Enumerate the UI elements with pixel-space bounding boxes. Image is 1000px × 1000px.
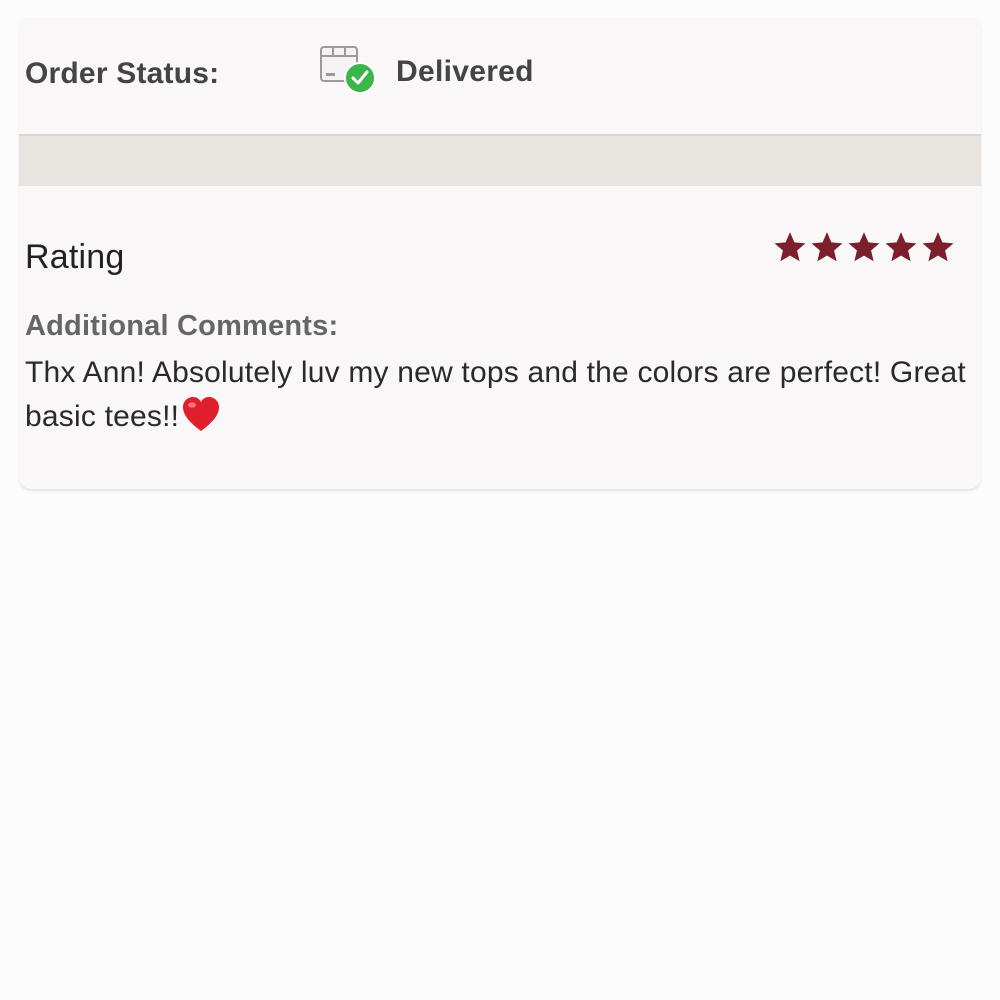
additional-comments-text: Thx Ann! Absolutely luv my new tops and … <box>25 351 975 439</box>
order-review-card: Order Status: Delivered Rating Additiona… <box>19 17 981 489</box>
heart-emoji-icon <box>183 397 220 431</box>
star-icon <box>774 232 806 262</box>
star-icon <box>885 232 917 262</box>
star-icon <box>922 232 954 262</box>
review-section: Rating Additional Comments: Thx Ann! Abs… <box>19 186 981 489</box>
order-status-row: Order Status: Delivered <box>19 17 981 134</box>
star-icon <box>811 232 843 262</box>
comment-body: Thx Ann! Absolutely luv my new tops and … <box>25 356 966 433</box>
order-status-label: Order Status: <box>25 57 220 90</box>
section-divider <box>19 134 981 186</box>
additional-comments-label: Additional Comments: <box>25 310 339 342</box>
star-icon <box>848 232 880 262</box>
rating-label: Rating <box>25 238 125 276</box>
package-delivered-icon <box>320 46 376 94</box>
order-status-value: Delivered <box>396 55 534 88</box>
star-rating <box>773 230 955 264</box>
